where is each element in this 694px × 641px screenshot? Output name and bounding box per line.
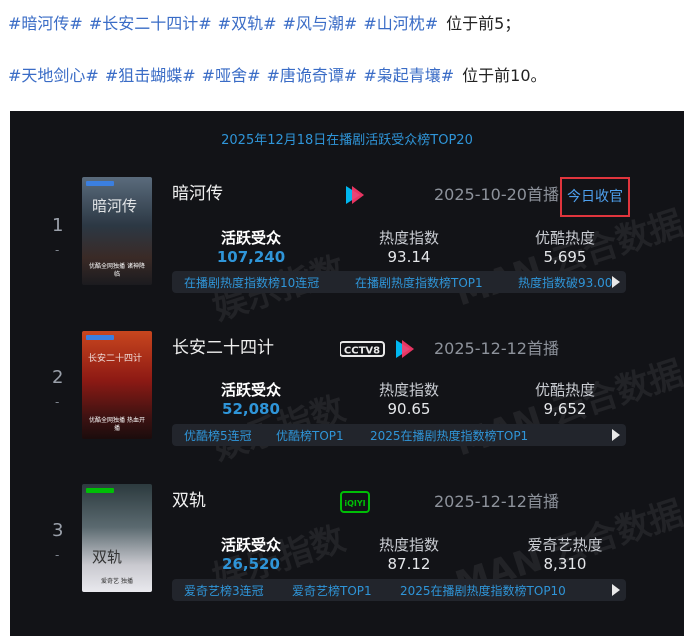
poster-note: 优酷全网独播 诸神降临 xyxy=(89,263,145,278)
hashtag-link[interactable]: #唐诡奇谭# xyxy=(266,66,357,85)
youku-icon xyxy=(342,183,366,207)
chart-title: 2025年12月18日在播剧活跃受众榜TOP20 xyxy=(221,133,473,148)
metric-label: 活跃受众 xyxy=(220,536,281,554)
honor-badge: 2025在播剧热度指数榜TOP1 xyxy=(370,429,529,443)
drama-poster[interactable]: 双轨 爱奇艺 独播 xyxy=(82,484,152,592)
rank-number: 1 xyxy=(52,215,64,236)
iqiyi-icon: iQIYI xyxy=(340,490,370,514)
honor-badge: 2025在播剧热度指数榜TOP10 xyxy=(400,584,566,598)
hashtag-link[interactable]: #天地剑心# xyxy=(8,66,99,85)
today-finale-label: 今日收官 xyxy=(560,177,630,217)
metric-value: 5,695 xyxy=(543,248,587,266)
rank-change: - xyxy=(55,243,60,257)
premiere-date: 2025-10-20首播 xyxy=(434,185,559,204)
honors-bar[interactable]: 爱奇艺榜3连冠 爱奇艺榜TOP1 2025在播剧热度指数榜TOP10 xyxy=(172,579,626,601)
drama-title[interactable]: 暗河传 xyxy=(172,179,223,204)
metric-value: 9,652 xyxy=(543,400,587,418)
hashtag-link[interactable]: #长安二十四计# xyxy=(89,14,212,33)
honor-badge: 爱奇艺榜TOP1 xyxy=(292,584,372,598)
rank-change: - xyxy=(55,548,60,562)
poster-title: 暗河传 xyxy=(92,197,138,215)
rank-number: 2 xyxy=(52,367,64,388)
platform-text: iQIYI xyxy=(344,499,365,508)
rank-number: 3 xyxy=(52,520,64,541)
intro-line-1: #暗河传# #长安二十四计# #双轨# #风与潮# #山河枕# 位于前5； xyxy=(8,10,520,34)
drama-poster[interactable]: 长安二十四计 优酷全网独播 热血开播 xyxy=(82,331,152,439)
ranking-image: 2025年12月18日在播剧活跃受众榜TOP20 MAN 云合数据 娱乐指数 M… xyxy=(10,111,688,636)
honor-badge: 优酷榜TOP1 xyxy=(276,429,344,443)
play-arrow-icon[interactable] xyxy=(612,429,620,441)
hashtag-link[interactable]: #狙击蝴蝶# xyxy=(105,66,196,85)
honor-badge: 优酷榜5连冠 xyxy=(184,429,252,443)
metric-label: 优酷热度 xyxy=(534,229,595,247)
platform-text: CCTV8 xyxy=(344,346,380,357)
metric-label: 热度指数 xyxy=(378,536,439,554)
premiere-date: 2025-12-12首播 xyxy=(434,492,559,511)
intro-line-2: #天地剑心# #狙击蝴蝶# #哑舍# #唐诡奇谭# #枭起青壤# 位于前10。 xyxy=(8,62,547,86)
honor-badge: 在播剧热度指数榜TOP1 xyxy=(355,276,483,290)
metric-label: 热度指数 xyxy=(378,381,439,399)
metric-value: 26,520 xyxy=(222,555,280,573)
play-arrow-icon[interactable] xyxy=(612,584,620,596)
poster-title: 双轨 xyxy=(92,548,123,566)
hashtag-link[interactable]: #双轨# xyxy=(218,14,277,33)
ranking-row[interactable]: 3 - 双轨 爱奇艺 独播 双轨 iQIYI 2025-12-12首播 活跃受众… xyxy=(10,484,684,629)
honor-badge: 在播剧热度指数榜10连冠 xyxy=(184,276,320,290)
hashtag-link[interactable]: #风与潮# xyxy=(282,14,357,33)
drama-poster[interactable]: 暗河传 优酷全网独播 诸神降临 xyxy=(82,177,152,285)
platform-badge xyxy=(86,181,114,186)
metric-value: 87.12 xyxy=(387,555,431,573)
youku-icon xyxy=(392,337,416,361)
drama-title[interactable]: 长安二十四计 xyxy=(172,333,274,358)
metric-value: 90.65 xyxy=(387,400,431,418)
honor-badge: 热度指数破93.00 xyxy=(518,276,613,290)
metric-value: 8,310 xyxy=(543,555,587,573)
poster-note: 优酷全网独播 热血开播 xyxy=(89,417,145,432)
intro-suffix: 位于前5； xyxy=(446,14,521,33)
metric-label: 活跃受众 xyxy=(220,229,281,247)
ranking-row[interactable]: 2 - 长安二十四计 优酷全网独播 热血开播 长安二十四计 CCTV8 2025… xyxy=(10,331,684,476)
drama-title[interactable]: 双轨 xyxy=(172,486,206,511)
hashtag-link[interactable]: #山河枕# xyxy=(363,14,438,33)
intro-suffix: 位于前10。 xyxy=(462,66,547,85)
metric-value: 93.14 xyxy=(387,248,431,266)
cctv8-icon: CCTV8 xyxy=(339,337,388,361)
metric-label: 活跃受众 xyxy=(220,381,281,399)
poster-title: 长安二十四计 xyxy=(88,354,143,364)
hashtag-link[interactable]: #枭起青壤# xyxy=(363,66,454,85)
ranking-row[interactable]: 1 - 暗河传 优酷全网独播 诸神降临 暗河传 2025-10-20首播 今日收… xyxy=(10,177,684,322)
metric-label: 爱奇艺热度 xyxy=(527,536,603,554)
honors-bar[interactable]: 优酷榜5连冠 优酷榜TOP1 2025在播剧热度指数榜TOP1 xyxy=(172,424,626,446)
metric-label: 优酷热度 xyxy=(534,381,595,399)
premiere-date: 2025-12-12首播 xyxy=(434,339,559,358)
honors-bar[interactable]: 在播剧热度指数榜10连冠 在播剧热度指数榜TOP1 热度指数破93.00 xyxy=(172,271,626,293)
platform-badge xyxy=(86,488,114,493)
play-arrow-icon[interactable] xyxy=(612,276,620,288)
honor-badge: 爱奇艺榜3连冠 xyxy=(184,584,264,598)
metric-label: 热度指数 xyxy=(378,229,439,247)
hashtag-link[interactable]: #哑舍# xyxy=(202,66,261,85)
metric-value: 52,080 xyxy=(222,400,280,418)
rank-change: - xyxy=(55,395,60,409)
poster-note: 爱奇艺 独播 xyxy=(101,578,133,585)
metric-value: 107,240 xyxy=(216,248,286,266)
platform-badge xyxy=(86,335,114,340)
hashtag-link[interactable]: #暗河传# xyxy=(8,14,83,33)
